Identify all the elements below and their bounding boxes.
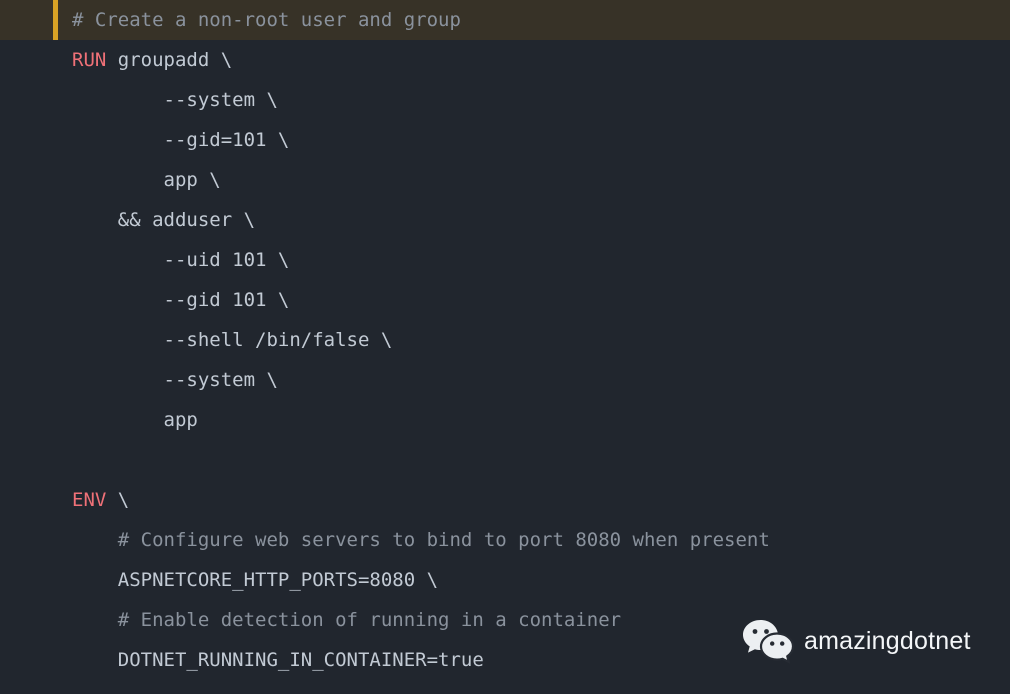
line-indent (72, 569, 118, 591)
code-line[interactable]: && adduser \ (0, 200, 1010, 240)
line-indent (72, 409, 164, 431)
code-token-text: --gid 101 \ (164, 289, 290, 311)
code-token-keyword: ENV (72, 489, 106, 511)
code-token-keyword: RUN (72, 49, 106, 71)
line-indent (72, 289, 164, 311)
code-token-text: app (164, 409, 198, 431)
code-token-text: && adduser \ (118, 209, 255, 231)
code-line[interactable]: # Enable detection of running in a conta… (0, 600, 1010, 640)
line-indent (72, 249, 164, 271)
code-token-text: --gid=101 \ (164, 129, 290, 151)
code-line[interactable]: ASPNETCORE_HTTP_PORTS=8080 \ (0, 560, 1010, 600)
code-token-text: app \ (164, 169, 221, 191)
line-indent (72, 329, 164, 351)
code-line[interactable]: ENV \ (0, 480, 1010, 520)
code-token-text: DOTNET_RUNNING_IN_CONTAINER=true (118, 649, 484, 671)
code-line[interactable] (0, 440, 1010, 480)
line-indent (72, 129, 164, 151)
line-indent (72, 529, 118, 551)
code-token-text: --uid 101 \ (164, 249, 290, 271)
code-token-text: --system \ (164, 89, 278, 111)
code-token-text: \ (106, 489, 129, 511)
code-screenshot: # Create a non-root user and group RUN gr… (0, 0, 1010, 694)
line-indent (72, 649, 118, 671)
code-line[interactable]: DOTNET_RUNNING_IN_CONTAINER=true (0, 640, 1010, 680)
code-line[interactable]: --gid 101 \ (0, 280, 1010, 320)
dockerfile-code-block[interactable]: # Create a non-root user and group RUN gr… (0, 0, 1010, 694)
code-token-text: groupadd \ (106, 49, 232, 71)
code-line[interactable]: --system \ (0, 80, 1010, 120)
code-line[interactable]: # Configure web servers to bind to port … (0, 520, 1010, 560)
code-line[interactable]: --shell /bin/false \ (0, 320, 1010, 360)
line-indent (72, 209, 118, 231)
code-token-comment: # Configure web servers to bind to port … (118, 529, 770, 551)
code-line[interactable]: --uid 101 \ (0, 240, 1010, 280)
line-indent (72, 89, 164, 111)
code-line[interactable]: --system \ (0, 360, 1010, 400)
code-token-comment: # Create a non-root user and group (72, 9, 461, 31)
code-line[interactable]: RUN groupadd \ (0, 40, 1010, 80)
code-token-text: --system \ (164, 369, 278, 391)
code-token-text: --shell /bin/false \ (164, 329, 393, 351)
code-line[interactable]: --gid=101 \ (0, 120, 1010, 160)
code-token-text: ASPNETCORE_HTTP_PORTS=8080 \ (118, 569, 438, 591)
code-line[interactable]: app \ (0, 160, 1010, 200)
code-line[interactable]: # Create a non-root user and group (0, 0, 1010, 40)
code-token-comment: # Enable detection of running in a conta… (118, 609, 621, 631)
line-indent (72, 169, 164, 191)
line-indent (72, 609, 118, 631)
code-line[interactable]: app (0, 400, 1010, 440)
line-indent (72, 369, 164, 391)
